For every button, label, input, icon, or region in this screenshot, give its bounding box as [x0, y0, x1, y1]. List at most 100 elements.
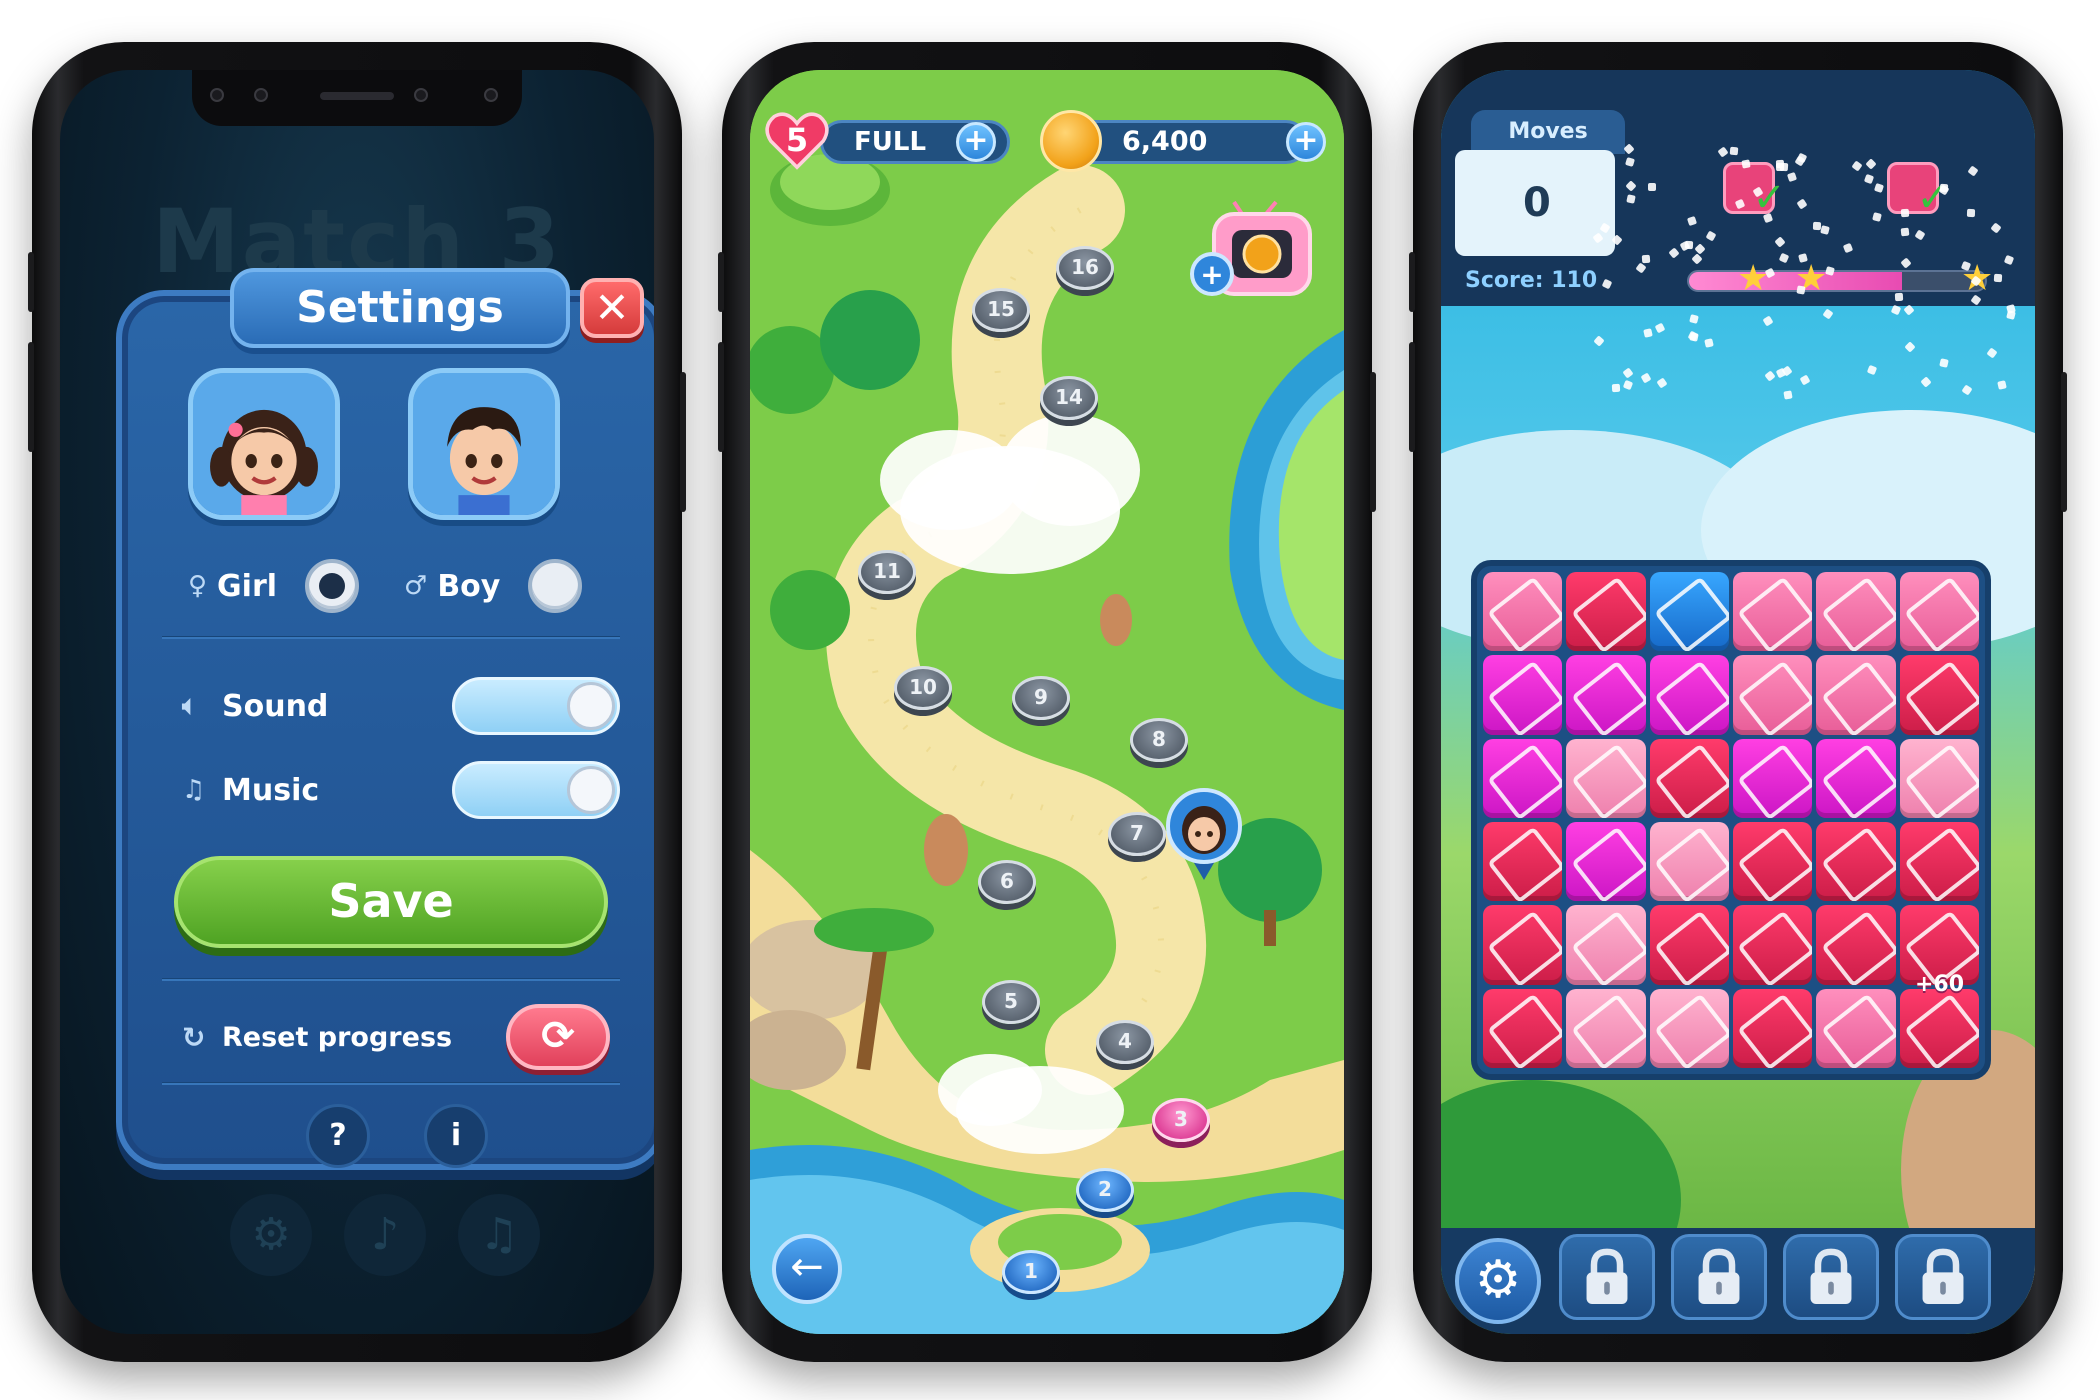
add-coins-button[interactable]: + — [1286, 122, 1326, 162]
score-display: Score: 110 — [1465, 268, 1597, 293]
locked-booster-slot[interactable] — [1671, 1234, 1767, 1320]
lock-icon — [1698, 1248, 1740, 1304]
boy-face-icon — [413, 373, 555, 515]
candy-tile[interactable] — [1816, 822, 1896, 902]
phone-gameplay: Moves 0 ✓ ✓ Score: 110 ★ ★ ★ +60 ⚙ — [1409, 42, 2067, 1362]
lock-icon — [1922, 1248, 1964, 1304]
candy-tile[interactable] — [1816, 572, 1896, 652]
girl-avatar[interactable] — [188, 368, 340, 520]
game-board[interactable] — [1471, 560, 1991, 1080]
locked-booster-slot[interactable] — [1895, 1234, 1991, 1320]
candy-tile[interactable] — [1816, 655, 1896, 735]
candy-tile[interactable] — [1566, 905, 1646, 985]
candy-tile[interactable] — [1649, 905, 1729, 985]
candy-tile[interactable] — [1816, 905, 1896, 985]
level-node[interactable]: 7 — [1108, 812, 1166, 856]
tv-reward-icon[interactable]: + — [1188, 200, 1316, 310]
map-topbar: 5 FULL + 6,400 + — [750, 106, 1344, 176]
level-node[interactable]: 16 — [1056, 246, 1114, 290]
candy-tile[interactable] — [1649, 738, 1729, 818]
gameplay-screen: Moves 0 ✓ ✓ Score: 110 ★ ★ ★ +60 ⚙ — [1441, 70, 2035, 1334]
back-button[interactable]: ← — [772, 1234, 842, 1304]
candy-tile[interactable] — [1733, 738, 1813, 818]
locked-booster-slot[interactable] — [1559, 1234, 1655, 1320]
girl-radio[interactable] — [305, 559, 360, 613]
coin-icon — [1040, 110, 1102, 172]
settings-screen: Match 3 Settings ✕ ♀ Girl ♂ Boy 🔈︎ Sound… — [60, 70, 654, 1334]
music-label: Music — [222, 772, 320, 808]
boy-option[interactable]: ♂ Boy — [404, 558, 583, 614]
score-label: Score: — [1465, 268, 1544, 293]
candy-tile[interactable] — [1899, 988, 1979, 1068]
music-toggle[interactable] — [452, 761, 620, 819]
candy-tile[interactable] — [1483, 988, 1563, 1068]
candy-tile[interactable] — [1566, 572, 1646, 652]
candy-tile[interactable] — [1649, 988, 1729, 1068]
coin-balance: 6,400 — [1122, 126, 1208, 157]
girl-icon: ♀ — [188, 571, 208, 601]
candy-tile[interactable] — [1899, 572, 1979, 652]
settings-button[interactable]: ⚙ — [1455, 1238, 1541, 1324]
level-node[interactable]: 1 — [1002, 1250, 1060, 1294]
candy-tile[interactable] — [1733, 822, 1813, 902]
level-node[interactable]: 4 — [1096, 1020, 1154, 1064]
speaker-icon: ♪ — [344, 1194, 426, 1276]
candy-tile[interactable] — [1483, 572, 1563, 652]
level-node[interactable]: 14 — [1040, 376, 1098, 420]
current-level-node[interactable]: 3 — [1152, 1098, 1210, 1142]
boy-radio[interactable] — [528, 559, 583, 613]
boy-avatar[interactable] — [408, 368, 560, 520]
candy-tile[interactable] — [1566, 988, 1646, 1068]
level-node[interactable]: 5 — [982, 980, 1040, 1024]
level-node[interactable]: 10 — [894, 666, 952, 710]
candy-tile[interactable] — [1816, 988, 1896, 1068]
candy-tile[interactable] — [1649, 655, 1729, 735]
help-button[interactable]: ? — [306, 1104, 370, 1168]
candy-tile[interactable] — [1899, 738, 1979, 818]
candy-tile[interactable] — [1733, 905, 1813, 985]
close-icon: ✕ — [594, 283, 630, 332]
sound-row: 🔈︎ Sound — [182, 676, 620, 736]
candy-tile[interactable] — [1733, 988, 1813, 1068]
add-lives-button[interactable]: + — [956, 122, 996, 162]
girl-label: Girl — [217, 568, 278, 604]
lives-status: FULL — [854, 127, 927, 157]
candy-tile[interactable] — [1899, 822, 1979, 902]
girl-option[interactable]: ♀ Girl — [188, 558, 360, 614]
candy-tile[interactable] — [1483, 655, 1563, 735]
dialog-title: Settings — [230, 268, 570, 348]
boy-label: Boy — [437, 568, 501, 604]
candy-tile[interactable] — [1899, 655, 1979, 735]
level-node[interactable]: 15 — [972, 288, 1030, 332]
level-node[interactable]: 2 — [1076, 1168, 1134, 1212]
candy-tile[interactable] — [1649, 822, 1729, 902]
level-node[interactable]: 11 — [858, 550, 916, 594]
level-node[interactable]: 9 — [1012, 676, 1070, 720]
candy-tile[interactable] — [1483, 738, 1563, 818]
locked-booster-slot[interactable] — [1783, 1234, 1879, 1320]
candy-tile[interactable] — [1566, 655, 1646, 735]
save-button[interactable]: Save — [174, 856, 608, 948]
info-button[interactable]: i — [424, 1104, 488, 1168]
speaker-icon: 🔈︎ — [182, 690, 198, 721]
sound-toggle[interactable] — [452, 677, 620, 735]
notch — [192, 70, 522, 126]
level-node[interactable]: 8 — [1130, 718, 1188, 762]
phone-settings: Match 3 Settings ✕ ♀ Girl ♂ Boy 🔈︎ Sound… — [28, 42, 686, 1362]
candy-tile[interactable] — [1566, 738, 1646, 818]
reset-button[interactable]: ⟳ — [506, 1004, 610, 1070]
candy-tile[interactable] — [1733, 655, 1813, 735]
close-button[interactable]: ✕ — [580, 278, 644, 338]
reset-row: ↻ Reset progress ⟳ — [182, 1002, 610, 1072]
candy-tile[interactable] — [1649, 572, 1729, 652]
level-node[interactable]: 6 — [978, 860, 1036, 904]
candy-tile[interactable] — [1566, 822, 1646, 902]
gear-icon: ⚙ — [230, 1194, 312, 1276]
candy-tile[interactable] — [1483, 822, 1563, 902]
girl-face-icon — [193, 373, 335, 515]
candy-tile[interactable] — [1733, 572, 1813, 652]
candy-tile[interactable] — [1483, 905, 1563, 985]
moves-label: Moves — [1471, 110, 1625, 154]
music-note-icon: ♫ — [182, 775, 206, 805]
candy-tile[interactable] — [1816, 738, 1896, 818]
